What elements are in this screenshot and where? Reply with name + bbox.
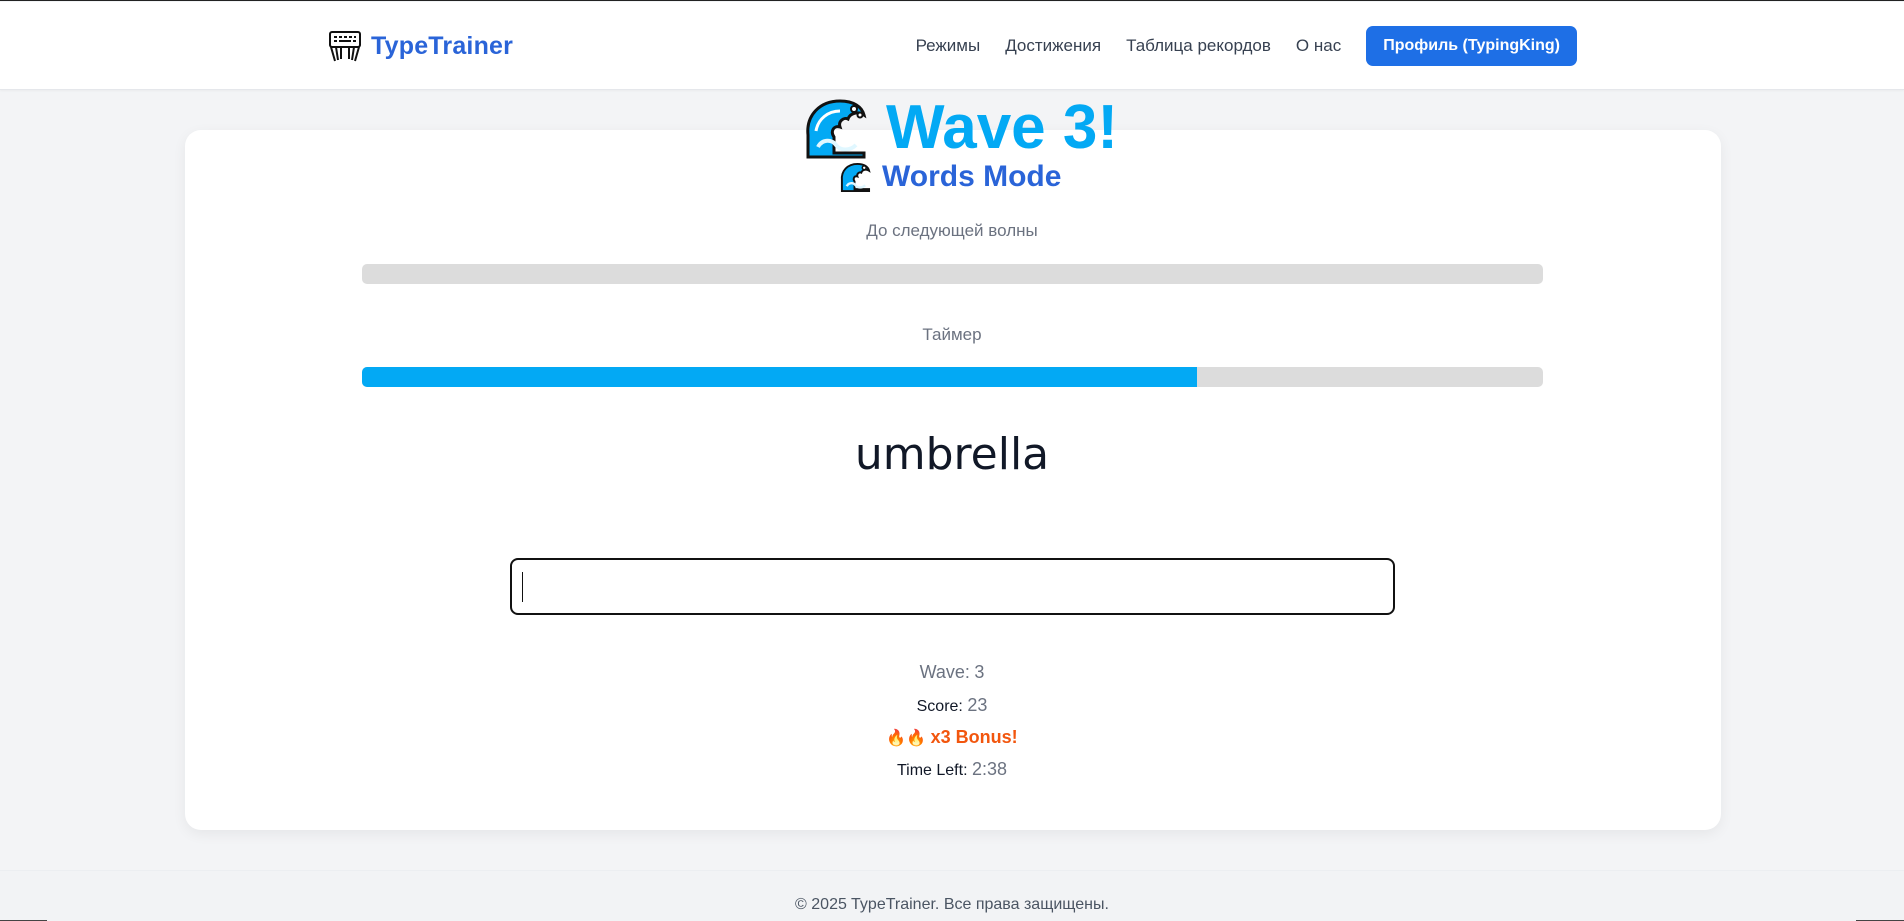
time-left-value: 2:38 [971, 759, 1008, 779]
time-left-stat: Time Left: 2:38 [0, 759, 1904, 780]
nav-link-about[interactable]: О нас [1296, 36, 1341, 56]
score-stat-label: Score: [916, 698, 963, 715]
next-wave-progress-bar [362, 264, 1543, 284]
current-word: umbrella [854, 429, 1050, 480]
fire-icon: 🔥🔥 [886, 730, 927, 747]
bonus-stat: 🔥🔥 x3 Bonus! [0, 727, 1904, 748]
timer-label: Таймер [922, 325, 982, 344]
wave-stat: Wave: 3 [0, 662, 1904, 683]
nav-link-leaderboard[interactable]: Таблица рекордов [1126, 36, 1271, 56]
top-navbar: TypeTrainer Режимы Достижения Таблица ре… [0, 2, 1904, 90]
wave-title: Wave 3! [800, 93, 1118, 163]
typing-input[interactable] [510, 558, 1395, 615]
water-wave-icon [838, 161, 872, 193]
time-left-label: Time Left: [896, 762, 968, 779]
mode-title: Words Mode [838, 159, 1061, 195]
wave-stat-label: Wave: [919, 662, 970, 682]
brand-logo[interactable]: TypeTrainer [327, 28, 513, 64]
water-wave-icon [800, 95, 870, 161]
profile-button[interactable]: Профиль (TypingKing) [1366, 26, 1577, 66]
footer-copyright: © 2025 TypeTrainer. Все права защищены. [795, 896, 1109, 913]
wave-stat-value: 3 [974, 662, 985, 682]
timer-progress-fill [362, 367, 1197, 387]
mode-heading: Words Mode [882, 160, 1062, 193]
timer-progress-bar [362, 367, 1543, 387]
next-wave-label: До следующей волны [866, 221, 1038, 240]
nav-link-achievements[interactable]: Достижения [1005, 36, 1101, 56]
main-nav: Режимы Достижения Таблица рекордов О нас… [916, 26, 1577, 66]
keyboard-hands-icon [327, 29, 363, 63]
score-stat-value: 23 [967, 695, 988, 715]
wave-heading: Wave 3! [886, 93, 1119, 162]
score-stat: Score: 23 [0, 695, 1904, 716]
bonus-text: x3 Bonus! [930, 727, 1018, 747]
footer: © 2025 TypeTrainer. Все права защищены. [0, 870, 1904, 921]
brand-name: TypeTrainer [371, 31, 514, 60]
text-caret [522, 572, 523, 602]
nav-link-modes[interactable]: Режимы [916, 36, 981, 56]
